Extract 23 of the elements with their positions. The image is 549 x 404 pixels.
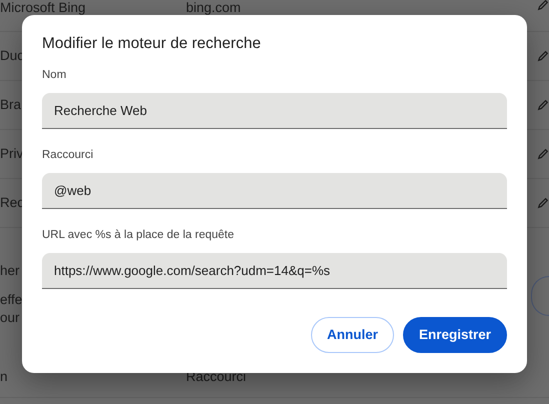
field-label: Nom — [42, 68, 68, 83]
engine-shortcut: bing.com — [186, 0, 241, 17]
input-field[interactable]: @web — [42, 173, 507, 210]
input-field[interactable]: Recherche Web — [42, 92, 507, 129]
input-field[interactable]: https://www.google.com/search?udm=14&q=%s — [42, 253, 507, 290]
engine-name: Bra — [0, 96, 22, 114]
field-label: URL avec %s à la place de la requête — [42, 228, 235, 244]
pencil-icon[interactable] — [537, 196, 549, 210]
pencil-icon[interactable] — [537, 98, 549, 112]
pencil-icon[interactable] — [537, 49, 549, 63]
pencil-icon[interactable] — [537, 147, 549, 161]
engine-name: Priv — [0, 144, 24, 163]
section-text: her — [0, 262, 20, 280]
pencil-icon[interactable] — [537, 0, 549, 12]
dialog-title: Modifier le moteur de recherche — [42, 35, 262, 54]
table-cell-text: n — [0, 368, 8, 386]
field-label: Raccourci — [42, 148, 94, 163]
section-text: our — [0, 309, 20, 327]
save-button[interactable]: Enregistrer — [402, 317, 507, 353]
engine-name: Microsoft Bing — [0, 0, 86, 17]
cancel-button[interactable]: Annuler — [310, 317, 394, 353]
section-text: effe — [0, 291, 22, 309]
column-header: Raccourci — [186, 368, 246, 386]
